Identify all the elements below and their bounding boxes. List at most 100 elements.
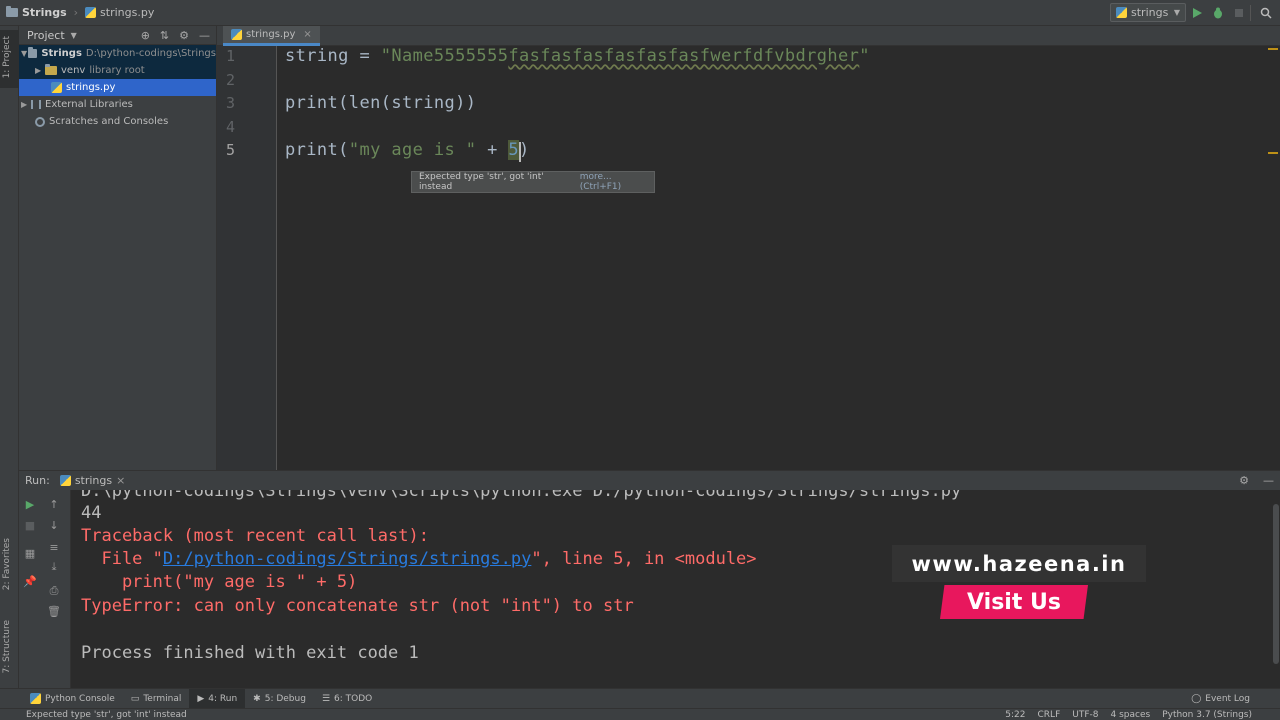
terminal-button[interactable]: ▭ Terminal <box>123 689 190 709</box>
pin-icon[interactable]: 📌 <box>23 574 37 588</box>
tool-window-bar: Python Console ▭ Terminal ▶ 4: Run ✱ 5: Deb… <box>0 688 1280 709</box>
line-separator[interactable]: CRLF <box>1038 710 1061 720</box>
tree-item-label: venv <box>61 65 86 76</box>
print-icon[interactable]: ⎙ <box>47 584 61 598</box>
collapse-all-icon[interactable]: ⇅ <box>160 29 169 42</box>
tree-item-venv[interactable]: ▶ venv library root <box>19 62 216 79</box>
search-everywhere-button[interactable] <box>1258 5 1274 21</box>
breadcrumb-project[interactable]: Strings <box>22 6 67 19</box>
warning-stripe-marker[interactable] <box>1268 152 1278 154</box>
run-console[interactable]: D:\python-codings\Strings\venv\Scripts\p… <box>72 490 1272 688</box>
number-literal: 5 <box>508 140 519 160</box>
expand-arrow-icon[interactable]: ▶ <box>35 66 45 75</box>
code-editor[interactable]: string = "Name5555555fasfasfasfasfasfasf… <box>278 46 1280 470</box>
traceback-code: print("my age is " + 5) <box>81 572 358 592</box>
code-line-3: print(len(string)) <box>285 93 477 113</box>
play-icon <box>1193 8 1202 18</box>
tree-item-strings-py[interactable]: strings.py <box>19 79 216 96</box>
project-view-dropdown[interactable]: Project <box>27 29 65 42</box>
trash-icon[interactable]: 🗑 <box>47 604 61 618</box>
run-configuration-dropdown[interactable]: strings ▼ <box>1110 3 1186 22</box>
up-arrow-icon[interactable]: ↑ <box>47 497 61 511</box>
tool-button-label: 5: Debug <box>264 693 306 704</box>
interpreter-selector[interactable]: Python 3.7 (Strings) <box>1162 710 1252 720</box>
chevron-down-icon[interactable]: ▼ <box>71 31 77 40</box>
line-number-current: 5 <box>225 141 235 159</box>
todo-icon: ☰ <box>321 693 331 704</box>
caret-position[interactable]: 5:22 <box>1005 710 1025 720</box>
play-icon: ▶ <box>197 693 205 704</box>
project-tool-label: 1: Project <box>2 36 12 79</box>
python-icon <box>59 475 71 486</box>
string-literal: "Name5555555 <box>380 46 509 66</box>
expand-arrow-icon[interactable]: ▼ <box>21 49 28 58</box>
warning-stripe-marker[interactable] <box>1268 48 1278 50</box>
editor-gutter: 1 2 3 4 5 <box>217 46 277 470</box>
string-literal-end: " <box>859 46 870 66</box>
navigation-bar: Strings › strings.py strings ▼ <box>0 0 1280 26</box>
project-tool-window-button[interactable]: 1: Project <box>0 30 19 88</box>
indent-setting[interactable]: 4 spaces <box>1111 710 1151 720</box>
hide-icon[interactable]: — <box>1263 474 1274 487</box>
structure-tool-label[interactable]: 7: Structure <box>2 620 12 674</box>
tooltip-more-link[interactable]: more... (Ctrl+F1) <box>580 172 654 192</box>
code-line-1: string = "Name5555555fasfasfasfasfasfasf… <box>285 46 870 66</box>
restore-layout-icon[interactable]: ▦ <box>23 546 37 560</box>
run-tab-strings[interactable]: strings × <box>59 474 125 487</box>
tree-item-label: Scratches and Consoles <box>49 116 169 127</box>
soft-wrap-icon[interactable]: ≡ <box>47 540 61 554</box>
scroll-to-end-icon[interactable]: ⤓ <box>47 560 61 574</box>
down-arrow-icon[interactable]: ↓ <box>47 518 61 532</box>
exit-message: Process finished with exit code 1 <box>81 643 419 663</box>
file-encoding[interactable]: UTF-8 <box>1072 710 1098 720</box>
tool-button-label: Event Log <box>1205 693 1250 704</box>
tree-item-path: D:\python-codings\Strings <box>85 48 216 59</box>
python-icon <box>1116 7 1127 18</box>
tool-button-label: 4: Run <box>208 693 238 704</box>
debug-tool-button[interactable]: ✱ 5: Debug <box>245 689 314 709</box>
breadcrumb-separator: › <box>73 6 79 19</box>
status-message: Expected type 'str', got 'int' instead <box>26 709 187 720</box>
project-panel: Project ▼ ⊕ ⇅ ⚙ — ▼ Strings D:\python-co… <box>19 26 217 470</box>
debug-button[interactable] <box>1210 5 1226 21</box>
editor-tab-strings-py[interactable]: strings.py × <box>223 26 320 46</box>
todo-button[interactable]: ☰ 6: TODO <box>314 689 380 709</box>
code-line-5: print("my age is " + 5) <box>285 140 530 160</box>
rerun-icon[interactable]: ▶ <box>23 497 37 511</box>
promo-url-banner: www.hazeena.in <box>892 545 1146 582</box>
expand-arrow-icon[interactable]: ▶ <box>21 100 31 109</box>
stop-button[interactable] <box>1231 5 1247 21</box>
line-number: 4 <box>225 118 235 136</box>
tree-item-project-root[interactable]: ▼ Strings D:\python-codings\Strings <box>19 45 216 62</box>
error-message: TypeError: can only concatenate str (not… <box>81 596 634 616</box>
gear-icon[interactable]: ⚙ <box>1239 474 1249 487</box>
gear-icon[interactable]: ⚙ <box>179 29 189 42</box>
tree-item-label: strings.py <box>66 82 116 93</box>
traceback-file-link[interactable]: D:/python-codings/Strings/strings.py <box>163 549 531 569</box>
close-icon[interactable]: × <box>116 474 125 487</box>
console-scrollbar[interactable] <box>1272 490 1280 688</box>
visit-us-button[interactable]: Visit Us <box>940 585 1088 619</box>
breadcrumb-file[interactable]: strings.py <box>100 6 154 19</box>
favorites-tool-label[interactable]: 2: Favorites <box>2 538 12 590</box>
editor-tab-bar: strings.py × <box>217 26 1280 46</box>
python-console-button[interactable]: Python Console <box>22 689 123 709</box>
breadcrumb: Strings › strings.py <box>0 6 154 19</box>
stop-icon <box>1235 9 1243 17</box>
tree-item-hint: library root <box>89 65 145 76</box>
hide-icon[interactable]: — <box>199 29 210 42</box>
stop-icon[interactable]: ■ <box>23 518 37 532</box>
close-icon[interactable]: × <box>303 29 311 40</box>
run-tool-button[interactable]: ▶ 4: Run <box>189 688 246 709</box>
run-button[interactable] <box>1189 5 1205 21</box>
tool-button-label: Python Console <box>45 693 115 704</box>
event-log-button[interactable]: ◯ Event Log <box>1183 689 1280 709</box>
toolbar-divider <box>1250 5 1251 21</box>
editor-tab-label: strings.py <box>246 29 296 40</box>
tree-item-scratches[interactable]: Scratches and Consoles <box>19 113 216 130</box>
bug-icon: ✱ <box>253 693 261 704</box>
tree-item-external-libraries[interactable]: ▶ External Libraries <box>19 96 216 113</box>
scrollbar-thumb[interactable] <box>1273 504 1279 664</box>
folder-icon <box>6 6 18 17</box>
locate-icon[interactable]: ⊕ <box>141 29 150 42</box>
